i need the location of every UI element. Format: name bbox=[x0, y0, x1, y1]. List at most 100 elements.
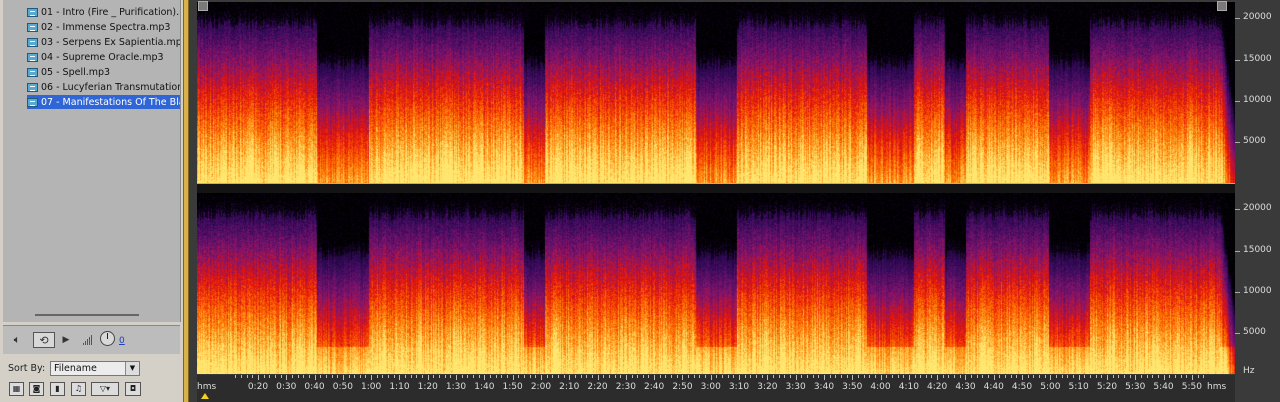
time-tick-label: 1:00 bbox=[361, 382, 382, 392]
zoom-corner-left-icon[interactable] bbox=[198, 1, 208, 11]
time-minor-tick bbox=[614, 375, 616, 378]
time-minor-tick bbox=[478, 375, 480, 378]
audio-file-icon bbox=[27, 37, 38, 47]
filter-button[interactable]: ▽▾ bbox=[91, 382, 119, 396]
zoom-corner-right-icon[interactable] bbox=[1217, 1, 1227, 11]
file-item[interactable]: 04 - Supreme Oracle.mp3 bbox=[27, 50, 168, 64]
time-tick-label: 0:20 bbox=[247, 382, 269, 392]
time-minor-tick bbox=[818, 375, 820, 378]
time-unit-label: hms bbox=[1207, 382, 1227, 392]
time-tick-label: 3:20 bbox=[757, 382, 778, 392]
time-tick bbox=[823, 375, 825, 380]
time-tick bbox=[314, 375, 316, 380]
time-minor-tick bbox=[1112, 375, 1114, 378]
time-minor-tick bbox=[461, 375, 463, 378]
time-minor-tick bbox=[325, 375, 327, 378]
time-minor-tick bbox=[1197, 375, 1199, 378]
time-tick-label: 3:50 bbox=[842, 382, 863, 392]
time-minor-tick bbox=[784, 375, 786, 378]
horizontal-scrollbar[interactable] bbox=[35, 314, 139, 316]
time-tick bbox=[1078, 375, 1080, 380]
spectrogram-channel-2[interactable] bbox=[197, 193, 1235, 374]
time-minor-tick bbox=[308, 375, 310, 378]
time-tick bbox=[1135, 375, 1137, 380]
time-minor-tick bbox=[337, 375, 339, 378]
time-minor-tick bbox=[778, 375, 780, 378]
time-minor-tick bbox=[467, 375, 469, 378]
time-minor-tick bbox=[331, 375, 333, 378]
volume-value[interactable]: 0 bbox=[119, 336, 125, 346]
play-button[interactable]: ▶ bbox=[61, 332, 71, 348]
speaker-icon[interactable]: 🔈︎ bbox=[9, 332, 25, 348]
playhead-marker[interactable] bbox=[201, 393, 209, 399]
time-minor-tick bbox=[1101, 375, 1103, 378]
time-minor-tick bbox=[1095, 375, 1097, 378]
time-minor-tick bbox=[789, 375, 791, 378]
file-item[interactable]: 01 - Intro (Fire _ Purification).mp3 bbox=[27, 5, 180, 19]
frequency-tick-label: 5000 bbox=[1243, 327, 1266, 337]
time-minor-tick bbox=[563, 375, 565, 378]
loop-button[interactable]: ⟲ bbox=[33, 332, 55, 348]
panel-toolbar: ▦ ◙ ▮ ♫ ▽▾ ◘ bbox=[3, 380, 180, 400]
frequency-scale-channel-1: 20000 15000 10000 5000 bbox=[1235, 2, 1275, 183]
file-item[interactable]: 03 - Serpens Ex Sapientia.mp3 bbox=[27, 35, 180, 49]
time-minor-tick bbox=[801, 375, 803, 378]
time-minor-tick bbox=[269, 375, 271, 378]
time-minor-tick bbox=[722, 375, 724, 378]
time-minor-tick bbox=[688, 375, 690, 378]
time-ruler[interactable]: hms hms 0:20 0:30 0:40 0:50 1:00 1:10 1:20 1:30… bbox=[197, 375, 1235, 402]
spectrogram-canvas bbox=[197, 2, 1235, 183]
time-minor-tick bbox=[914, 375, 916, 378]
cd-button[interactable]: ◘ bbox=[125, 382, 141, 396]
file-item[interactable]: 02 - Immense Spectra.mp3 bbox=[27, 20, 174, 34]
open-file-button[interactable]: ◙ bbox=[29, 382, 44, 396]
time-tick bbox=[739, 375, 741, 380]
time-minor-tick bbox=[637, 375, 639, 378]
time-minor-tick bbox=[422, 375, 424, 378]
chevron-down-icon[interactable]: ▼ bbox=[125, 362, 139, 375]
time-tick bbox=[427, 375, 429, 380]
sort-label: Sort By: bbox=[8, 363, 46, 374]
time-tick bbox=[1191, 375, 1193, 380]
file-item[interactable]: 06 - Lucyferian Transmutation.mp3 bbox=[27, 80, 180, 94]
time-minor-tick bbox=[620, 375, 622, 378]
time-tick-label: 5:20 bbox=[1096, 382, 1118, 392]
time-minor-tick bbox=[999, 375, 1001, 378]
pause-button[interactable]: ▮ bbox=[50, 382, 65, 396]
insert-file-button[interactable]: ▦ bbox=[9, 382, 24, 396]
time-minor-tick bbox=[586, 375, 588, 378]
time-tick-label: 3:30 bbox=[785, 382, 806, 392]
note-button[interactable]: ♫ bbox=[71, 382, 86, 396]
file-name: 05 - Spell.mp3 bbox=[41, 66, 111, 78]
time-tick bbox=[654, 375, 656, 380]
time-minor-tick bbox=[546, 375, 548, 378]
time-minor-tick bbox=[591, 375, 593, 378]
time-minor-tick bbox=[761, 375, 763, 378]
spectrogram-channel-1[interactable] bbox=[197, 2, 1235, 183]
volume-meter-icon bbox=[83, 335, 92, 345]
time-minor-tick bbox=[1169, 375, 1171, 378]
file-item-selected[interactable]: 07 - Manifestations Of The Black bbox=[27, 95, 180, 109]
time-tick-label: 2:10 bbox=[559, 382, 580, 392]
file-item[interactable]: 05 - Spell.mp3 bbox=[27, 65, 114, 79]
volume-knob[interactable] bbox=[100, 331, 115, 346]
sort-select[interactable]: Filename ▼ bbox=[50, 361, 140, 376]
time-minor-tick bbox=[518, 375, 520, 378]
time-minor-tick bbox=[773, 375, 774, 378]
time-minor-tick bbox=[320, 375, 322, 378]
time-minor-tick bbox=[603, 375, 605, 378]
time-minor-tick bbox=[1123, 375, 1125, 378]
time-minor-tick bbox=[1039, 375, 1041, 378]
time-tick bbox=[937, 375, 939, 380]
time-minor-tick bbox=[1056, 375, 1057, 378]
time-tick-label: 2:20 bbox=[587, 382, 608, 392]
time-tick-label: 2:40 bbox=[644, 382, 665, 392]
time-tick-label: 4:30 bbox=[955, 382, 976, 392]
time-minor-tick bbox=[903, 375, 905, 378]
frequency-tick bbox=[1235, 18, 1240, 19]
frequency-tick bbox=[1235, 292, 1240, 293]
time-tick bbox=[1050, 375, 1052, 380]
time-minor-tick bbox=[529, 375, 531, 378]
time-minor-tick bbox=[574, 375, 576, 378]
time-tick bbox=[597, 375, 599, 380]
